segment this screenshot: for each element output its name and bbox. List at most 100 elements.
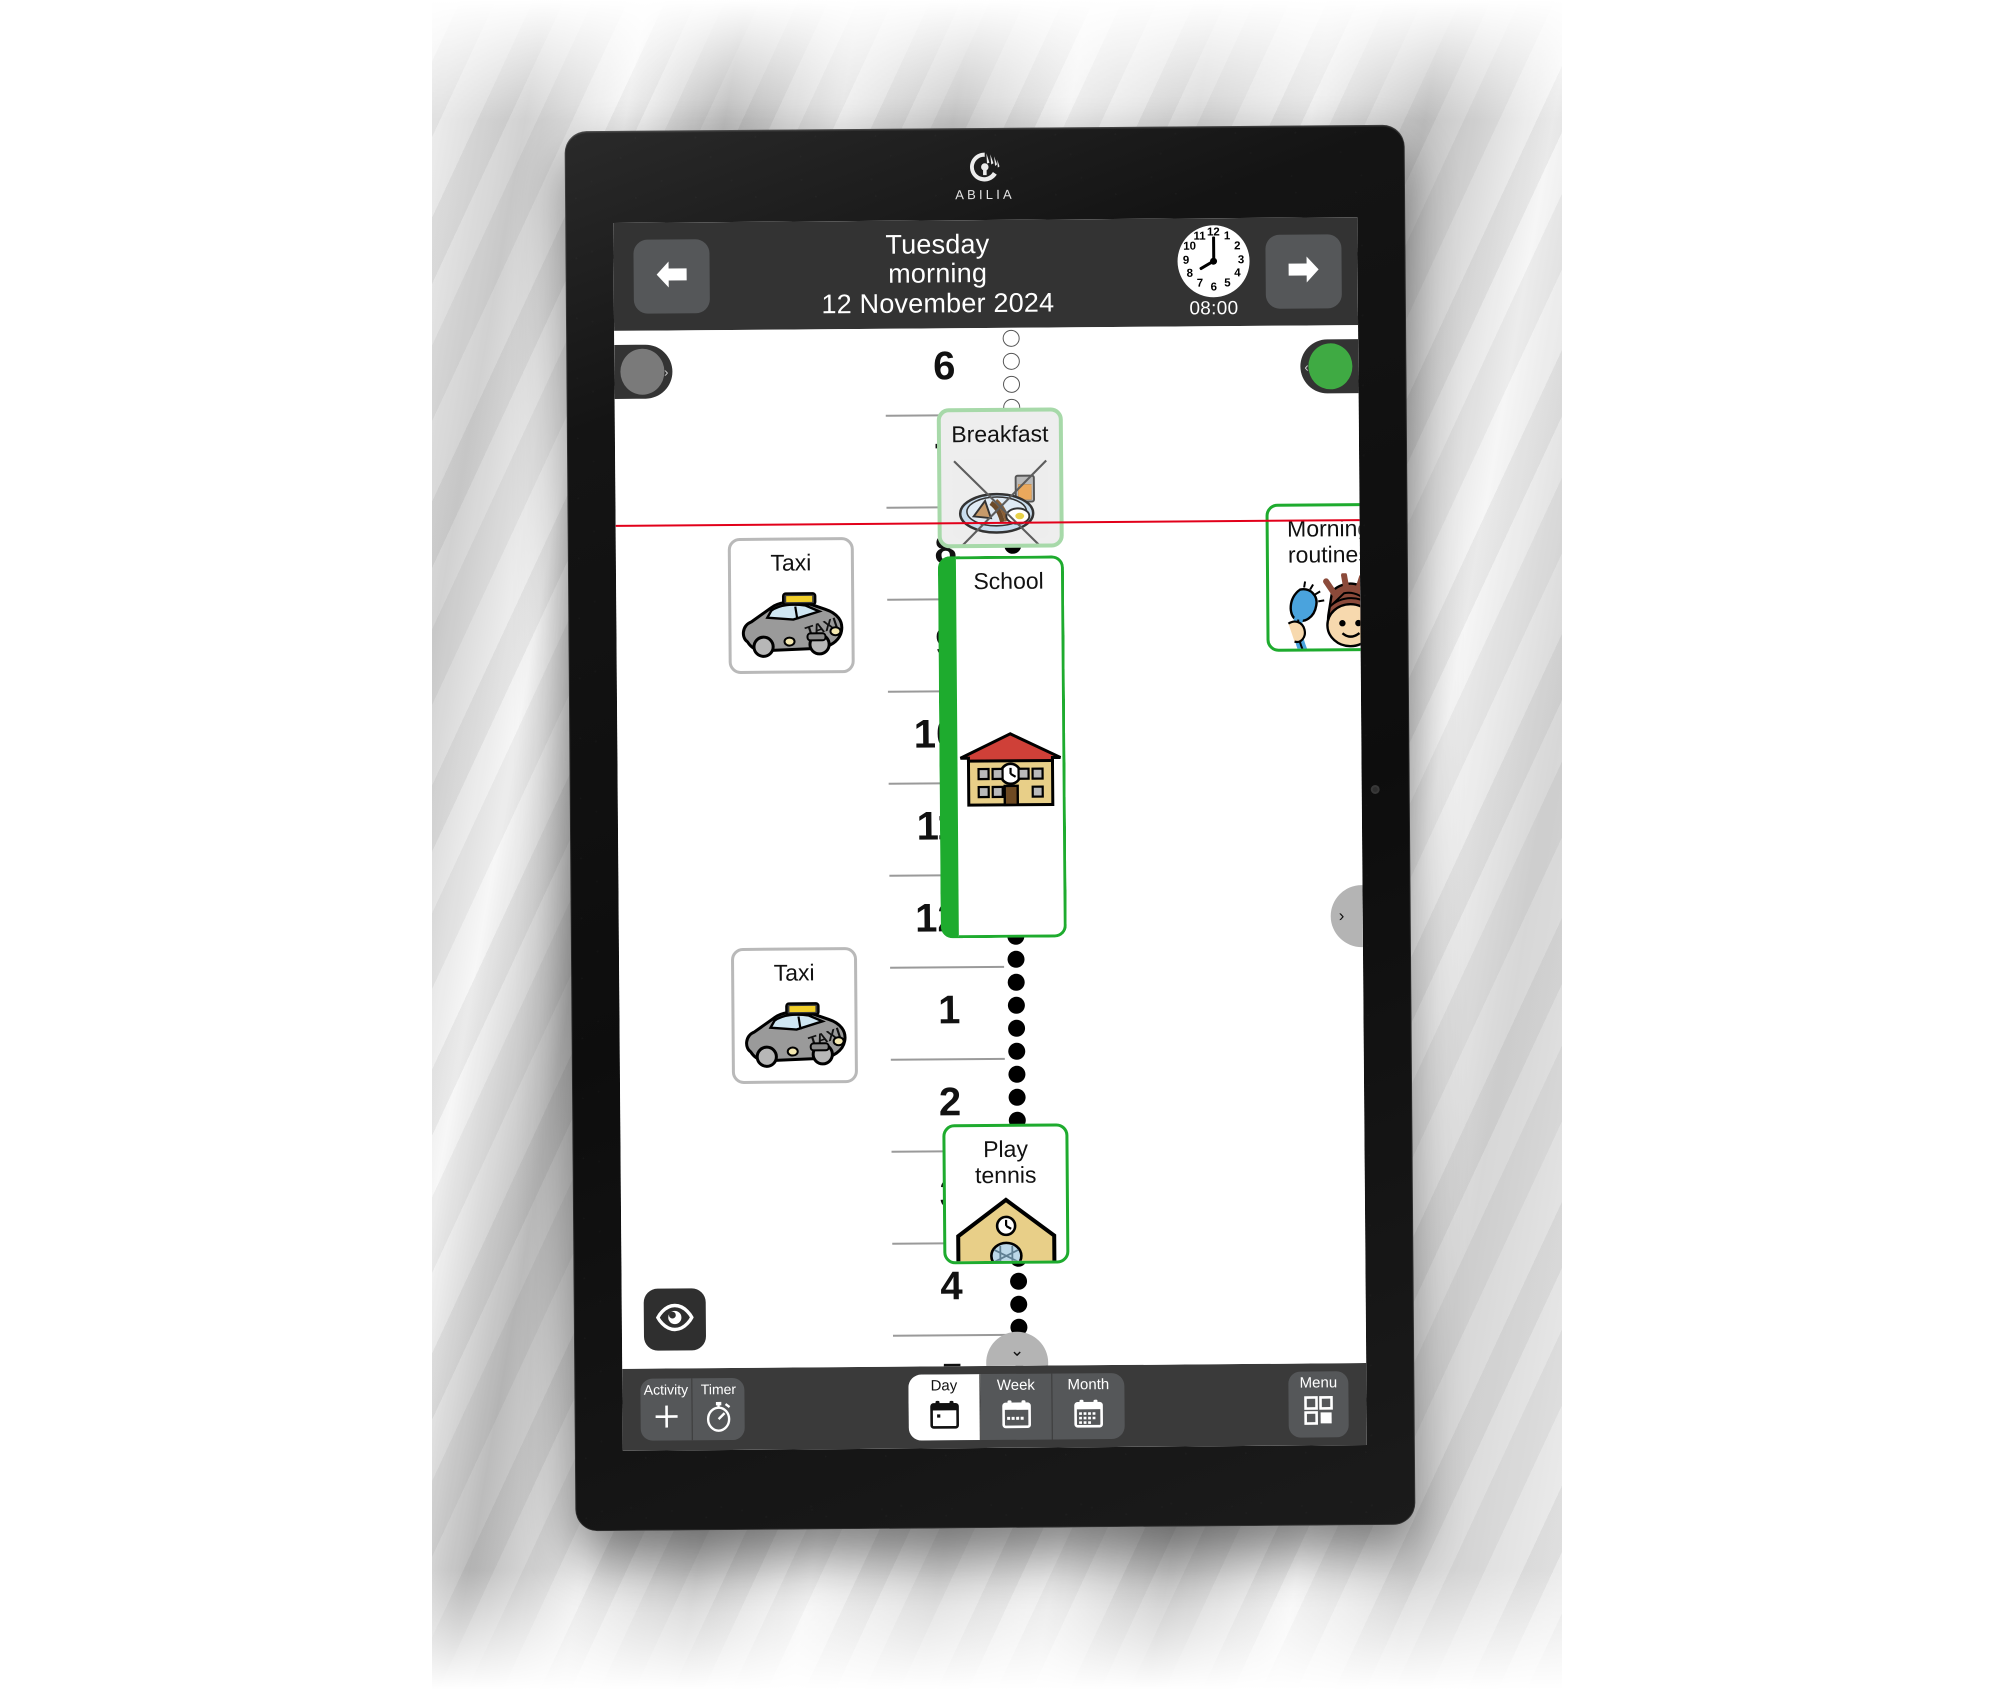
chevron-right-icon: › <box>1338 906 1345 926</box>
brand-logo: ABILIA <box>565 147 1405 218</box>
day-timeline[interactable]: › ‹ 6789101112123456 Breakfast <box>614 325 1367 1369</box>
clock-number: 6 <box>1210 281 1218 294</box>
future-dot <box>1008 1042 1026 1060</box>
activity-title: Morning routines <box>1286 515 1367 568</box>
add-activity-label: Activity <box>643 1381 689 1398</box>
right-category-dot <box>1308 343 1353 390</box>
activity-title: Taxi <box>773 959 815 986</box>
clock-number: 9 <box>1182 254 1190 267</box>
future-dot <box>1007 996 1025 1014</box>
add-activity-button[interactable]: Activity <box>640 1378 693 1441</box>
hour-divider <box>890 1057 1005 1061</box>
completed-cross-icon <box>953 459 1048 549</box>
analog-clock-icon: 12 1 2 3 4 5 6 7 8 9 10 11 <box>1177 224 1250 298</box>
future-dot <box>1008 1088 1026 1106</box>
activity-title: Breakfast <box>951 420 1049 448</box>
clock-widget[interactable]: 12 1 2 3 4 5 6 7 8 9 10 11 08:00 <box>1165 224 1262 320</box>
next-day-button[interactable] <box>1265 234 1342 309</box>
timer-label: Timer <box>700 1381 737 1398</box>
future-dot <box>1007 973 1025 991</box>
clock-number: 7 <box>1196 277 1204 290</box>
menu-button[interactable]: Menu <box>1288 1371 1349 1438</box>
hour-label: 4 <box>940 1264 963 1309</box>
clock-minute-hand <box>1212 236 1215 261</box>
activity-title: School <box>973 567 1044 595</box>
calendar-week-icon <box>1000 1396 1032 1432</box>
future-dot <box>1010 1295 1028 1313</box>
eye-icon <box>655 1303 694 1336</box>
clock-number: 5 <box>1224 277 1231 290</box>
tablet-screen: Tuesday morning 12 November 2024 12 1 2 3 4 5… <box>613 217 1367 1451</box>
grid-menu-icon <box>1302 1394 1334 1429</box>
hour-label: 6 <box>932 344 956 389</box>
plus-icon <box>651 1399 681 1433</box>
view-switcher: Day Week Month <box>908 1372 1125 1441</box>
clock-number: 8 <box>1186 267 1194 280</box>
activity-icon <box>950 1193 1063 1265</box>
arrow-left-icon <box>652 257 692 296</box>
date-title-block: Tuesday morning 12 November 2024 <box>709 228 1166 320</box>
left-category-dot <box>619 348 665 395</box>
hour-label: 2 <box>938 1080 962 1125</box>
bottom-toolbar: Activity Timer Day Week Month Menu <box>622 1363 1367 1451</box>
activity-card[interactable]: Taxi TAXI <box>727 537 855 675</box>
menu-label: Menu <box>1299 1374 1338 1392</box>
hour-label: 1 <box>938 988 961 1033</box>
abilia-tablet-device: ABILIA Tuesday morning 12 November 2024 <box>564 124 1416 1532</box>
date-text: 12 November 2024 <box>821 287 1055 320</box>
activity-card[interactable]: Taxi TAXI <box>730 947 858 1085</box>
activity-title: Taxi <box>770 549 812 576</box>
tab-month-label: Month <box>1067 1376 1110 1394</box>
tab-week[interactable]: Week <box>980 1373 1053 1441</box>
tab-day-label: Day <box>930 1377 958 1395</box>
future-dot <box>1008 1065 1026 1083</box>
future-dot <box>1008 1019 1026 1037</box>
clock-number: 4 <box>1234 267 1241 280</box>
tab-month[interactable]: Month <box>1052 1373 1125 1440</box>
past-dot <box>1002 352 1020 370</box>
brand-name: ABILIA <box>955 186 1015 203</box>
clock-number: 1 <box>1223 230 1231 243</box>
past-dot <box>1002 375 1021 393</box>
camera-sensor <box>1370 784 1380 795</box>
activity-icon <box>953 599 1067 935</box>
activity-icon <box>952 453 1049 549</box>
tab-week-label: Week <box>996 1376 1035 1394</box>
chevron-down-icon: ⌄ <box>1009 1340 1025 1360</box>
screenshot-root: ABILIA Tuesday morning 12 November 2024 <box>0 0 2000 1690</box>
clock-hour-hand <box>1198 259 1215 271</box>
right-category-tab[interactable]: ‹ <box>1300 339 1367 394</box>
abilia-logo-icon <box>968 150 1002 184</box>
activity-card[interactable]: Play tennis <box>942 1123 1070 1265</box>
left-category-tab[interactable]: › <box>614 344 673 399</box>
timer-button[interactable]: Timer <box>692 1378 744 1440</box>
calendar-month-icon <box>1072 1395 1104 1431</box>
past-dot <box>1002 329 1020 347</box>
hour-divider <box>892 1333 1007 1337</box>
arrow-right-icon <box>1283 252 1323 291</box>
activity-card[interactable]: Breakfast <box>936 407 1064 549</box>
day-name: Tuesday <box>885 228 990 260</box>
activity-title: Play tennis <box>974 1135 1037 1189</box>
activity-icon: TAXI <box>736 991 853 1081</box>
calendar-day-icon <box>928 1396 960 1432</box>
stopwatch-icon <box>703 1399 733 1433</box>
hour-divider <box>890 965 1005 969</box>
left-tab-chevron-icon: › <box>664 364 669 380</box>
activity-card[interactable]: School <box>937 555 1067 939</box>
scroll-right-button[interactable]: › <box>1330 884 1367 948</box>
future-dot <box>1007 950 1025 968</box>
clock-number: 3 <box>1237 253 1245 266</box>
tab-day[interactable]: Day <box>908 1374 981 1441</box>
previous-day-button[interactable] <box>633 239 710 314</box>
clock-number: 10 <box>1183 240 1197 253</box>
clock-number: 11 <box>1193 230 1206 243</box>
digital-time: 08:00 <box>1189 297 1239 319</box>
hidden-activities-button[interactable] <box>643 1288 707 1351</box>
clock-number: 2 <box>1233 240 1241 253</box>
tools-group: Activity Timer <box>640 1377 745 1441</box>
activity-icon <box>1274 572 1367 652</box>
activity-card[interactable]: Morning routines <box>1265 502 1367 652</box>
activity-icon: TAXI <box>733 581 850 671</box>
future-dot <box>1009 1272 1028 1290</box>
